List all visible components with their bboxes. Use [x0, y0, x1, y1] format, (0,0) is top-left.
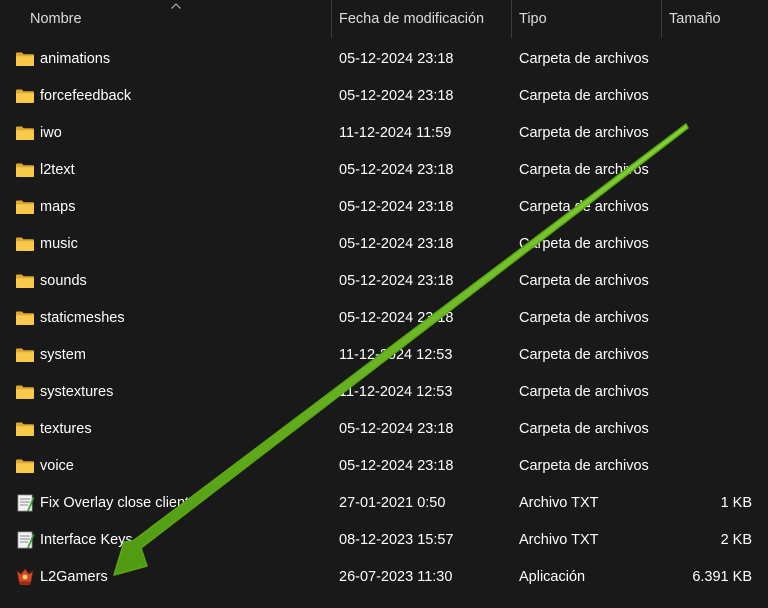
folder-icon — [15, 457, 35, 475]
folder-icon — [15, 87, 35, 105]
file-date: 05-12-2024 23:18 — [339, 273, 454, 289]
folder-icon — [15, 309, 35, 327]
file-date: 05-12-2024 23:18 — [339, 162, 454, 178]
file-size: 1 KB — [720, 495, 752, 511]
file-row[interactable]: Fix Overlay close client 27-01-2021 0:50 A… — [0, 485, 768, 522]
file-name: forcefeedback — [40, 88, 132, 104]
column-divider[interactable] — [331, 0, 332, 38]
file-type: Carpeta de archivos — [519, 88, 649, 104]
file-row[interactable]: l2text 05-12-2024 23:18 Carpeta de archivo… — [0, 152, 768, 189]
file-date: 05-12-2024 23:18 — [339, 458, 454, 474]
file-name: Interface Keys — [40, 532, 133, 548]
file-name: L2Gamers — [40, 569, 108, 585]
file-name: sounds — [40, 273, 87, 289]
file-name: iwo — [40, 125, 62, 141]
file-type: Carpeta de archivos — [519, 236, 649, 252]
file-date: 11-12-2024 12:53 — [339, 384, 453, 400]
column-header-type[interactable]: Tipo — [519, 0, 547, 38]
file-type: Carpeta de archivos — [519, 421, 649, 437]
file-name: voice — [40, 458, 74, 474]
file-name: animations — [40, 51, 111, 67]
text-file-icon — [15, 494, 35, 512]
file-row[interactable]: music 05-12-2024 23:18 Carpeta de archivos — [0, 226, 768, 263]
file-type: Carpeta de archivos — [519, 162, 649, 178]
file-row[interactable]: voice 05-12-2024 23:18 Carpeta de archivos — [0, 448, 768, 485]
file-date: 11-12-2024 11:59 — [339, 125, 452, 141]
file-date: 05-12-2024 23:18 — [339, 421, 454, 437]
folder-icon — [15, 346, 35, 364]
file-row[interactable]: systextures 11-12-2024 12:53 Carpeta de ar… — [0, 374, 768, 411]
file-row[interactable]: L2Gamers 26-07-2023 11:30 Aplicación 6.391 … — [0, 559, 768, 596]
file-date: 27-01-2021 0:50 — [339, 495, 446, 511]
file-name: system — [40, 347, 86, 363]
file-type: Aplicación — [519, 569, 586, 585]
file-type: Carpeta de archivos — [519, 199, 649, 215]
file-date: 11-12-2024 12:53 — [339, 347, 453, 363]
column-header-name[interactable]: Nombre — [30, 0, 82, 38]
folder-icon — [15, 198, 35, 216]
file-row[interactable]: staticmeshes 05-12-2024 23:18 Carpeta de a… — [0, 300, 768, 337]
column-header-bar: Nombre Fecha de modificación Tipo Tamaño — [0, 0, 768, 38]
file-date: 05-12-2024 23:18 — [339, 88, 454, 104]
folder-icon — [15, 383, 35, 401]
file-row[interactable]: Interface Keys 08-12-2023 15:57 Archivo TX… — [0, 522, 768, 559]
folder-icon — [15, 420, 35, 438]
file-type: Carpeta de archivos — [519, 273, 649, 289]
file-row[interactable]: textures 05-12-2024 23:18 Carpeta de archi… — [0, 411, 768, 448]
file-name: l2text — [40, 162, 75, 178]
file-type: Archivo TXT — [519, 495, 599, 511]
folder-icon — [15, 235, 35, 253]
file-row[interactable]: maps 05-12-2024 23:18 Carpeta de archivos — [0, 189, 768, 226]
file-date: 08-12-2023 15:57 — [339, 532, 454, 548]
file-type: Carpeta de archivos — [519, 310, 649, 326]
file-name: staticmeshes — [40, 310, 125, 326]
file-date: 26-07-2023 11:30 — [339, 569, 453, 585]
file-size: 2 KB — [720, 532, 752, 548]
file-type: Carpeta de archivos — [519, 51, 649, 67]
file-size: 6.391 KB — [692, 569, 752, 585]
file-list: animations 05-12-2024 23:18 Carpeta de arc… — [0, 41, 768, 596]
application-icon — [15, 568, 35, 586]
file-row[interactable]: forcefeedback 05-12-2024 23:18 Carpeta de … — [0, 78, 768, 115]
file-type: Carpeta de archivos — [519, 458, 649, 474]
file-name: Fix Overlay close client — [40, 495, 190, 511]
file-date: 05-12-2024 23:18 — [339, 51, 454, 67]
file-name: textures — [40, 421, 92, 437]
column-header-size[interactable]: Tamaño — [669, 0, 721, 38]
file-type: Carpeta de archivos — [519, 125, 649, 141]
file-row[interactable]: animations 05-12-2024 23:18 Carpeta de arc… — [0, 41, 768, 78]
file-date: 05-12-2024 23:18 — [339, 236, 454, 252]
file-row[interactable]: sounds 05-12-2024 23:18 Carpeta de archivo… — [0, 263, 768, 300]
file-name: music — [40, 236, 78, 252]
file-date: 05-12-2024 23:18 — [339, 310, 454, 326]
file-name: maps — [40, 199, 76, 215]
file-date: 05-12-2024 23:18 — [339, 199, 454, 215]
file-type: Carpeta de archivos — [519, 347, 649, 363]
file-name: systextures — [40, 384, 114, 400]
folder-icon — [15, 161, 35, 179]
file-type: Archivo TXT — [519, 532, 599, 548]
folder-icon — [15, 272, 35, 290]
column-header-date[interactable]: Fecha de modificación — [339, 0, 484, 38]
sort-ascending-icon — [171, 3, 181, 9]
folder-icon — [15, 50, 35, 68]
file-row[interactable]: system 11-12-2024 12:53 Carpeta de archivo… — [0, 337, 768, 374]
folder-icon — [15, 124, 35, 142]
column-divider[interactable] — [511, 0, 512, 38]
file-row[interactable]: iwo 11-12-2024 11:59 Carpeta de archivos — [0, 115, 768, 152]
column-divider[interactable] — [661, 0, 662, 38]
text-file-icon — [15, 531, 35, 549]
file-type: Carpeta de archivos — [519, 384, 649, 400]
